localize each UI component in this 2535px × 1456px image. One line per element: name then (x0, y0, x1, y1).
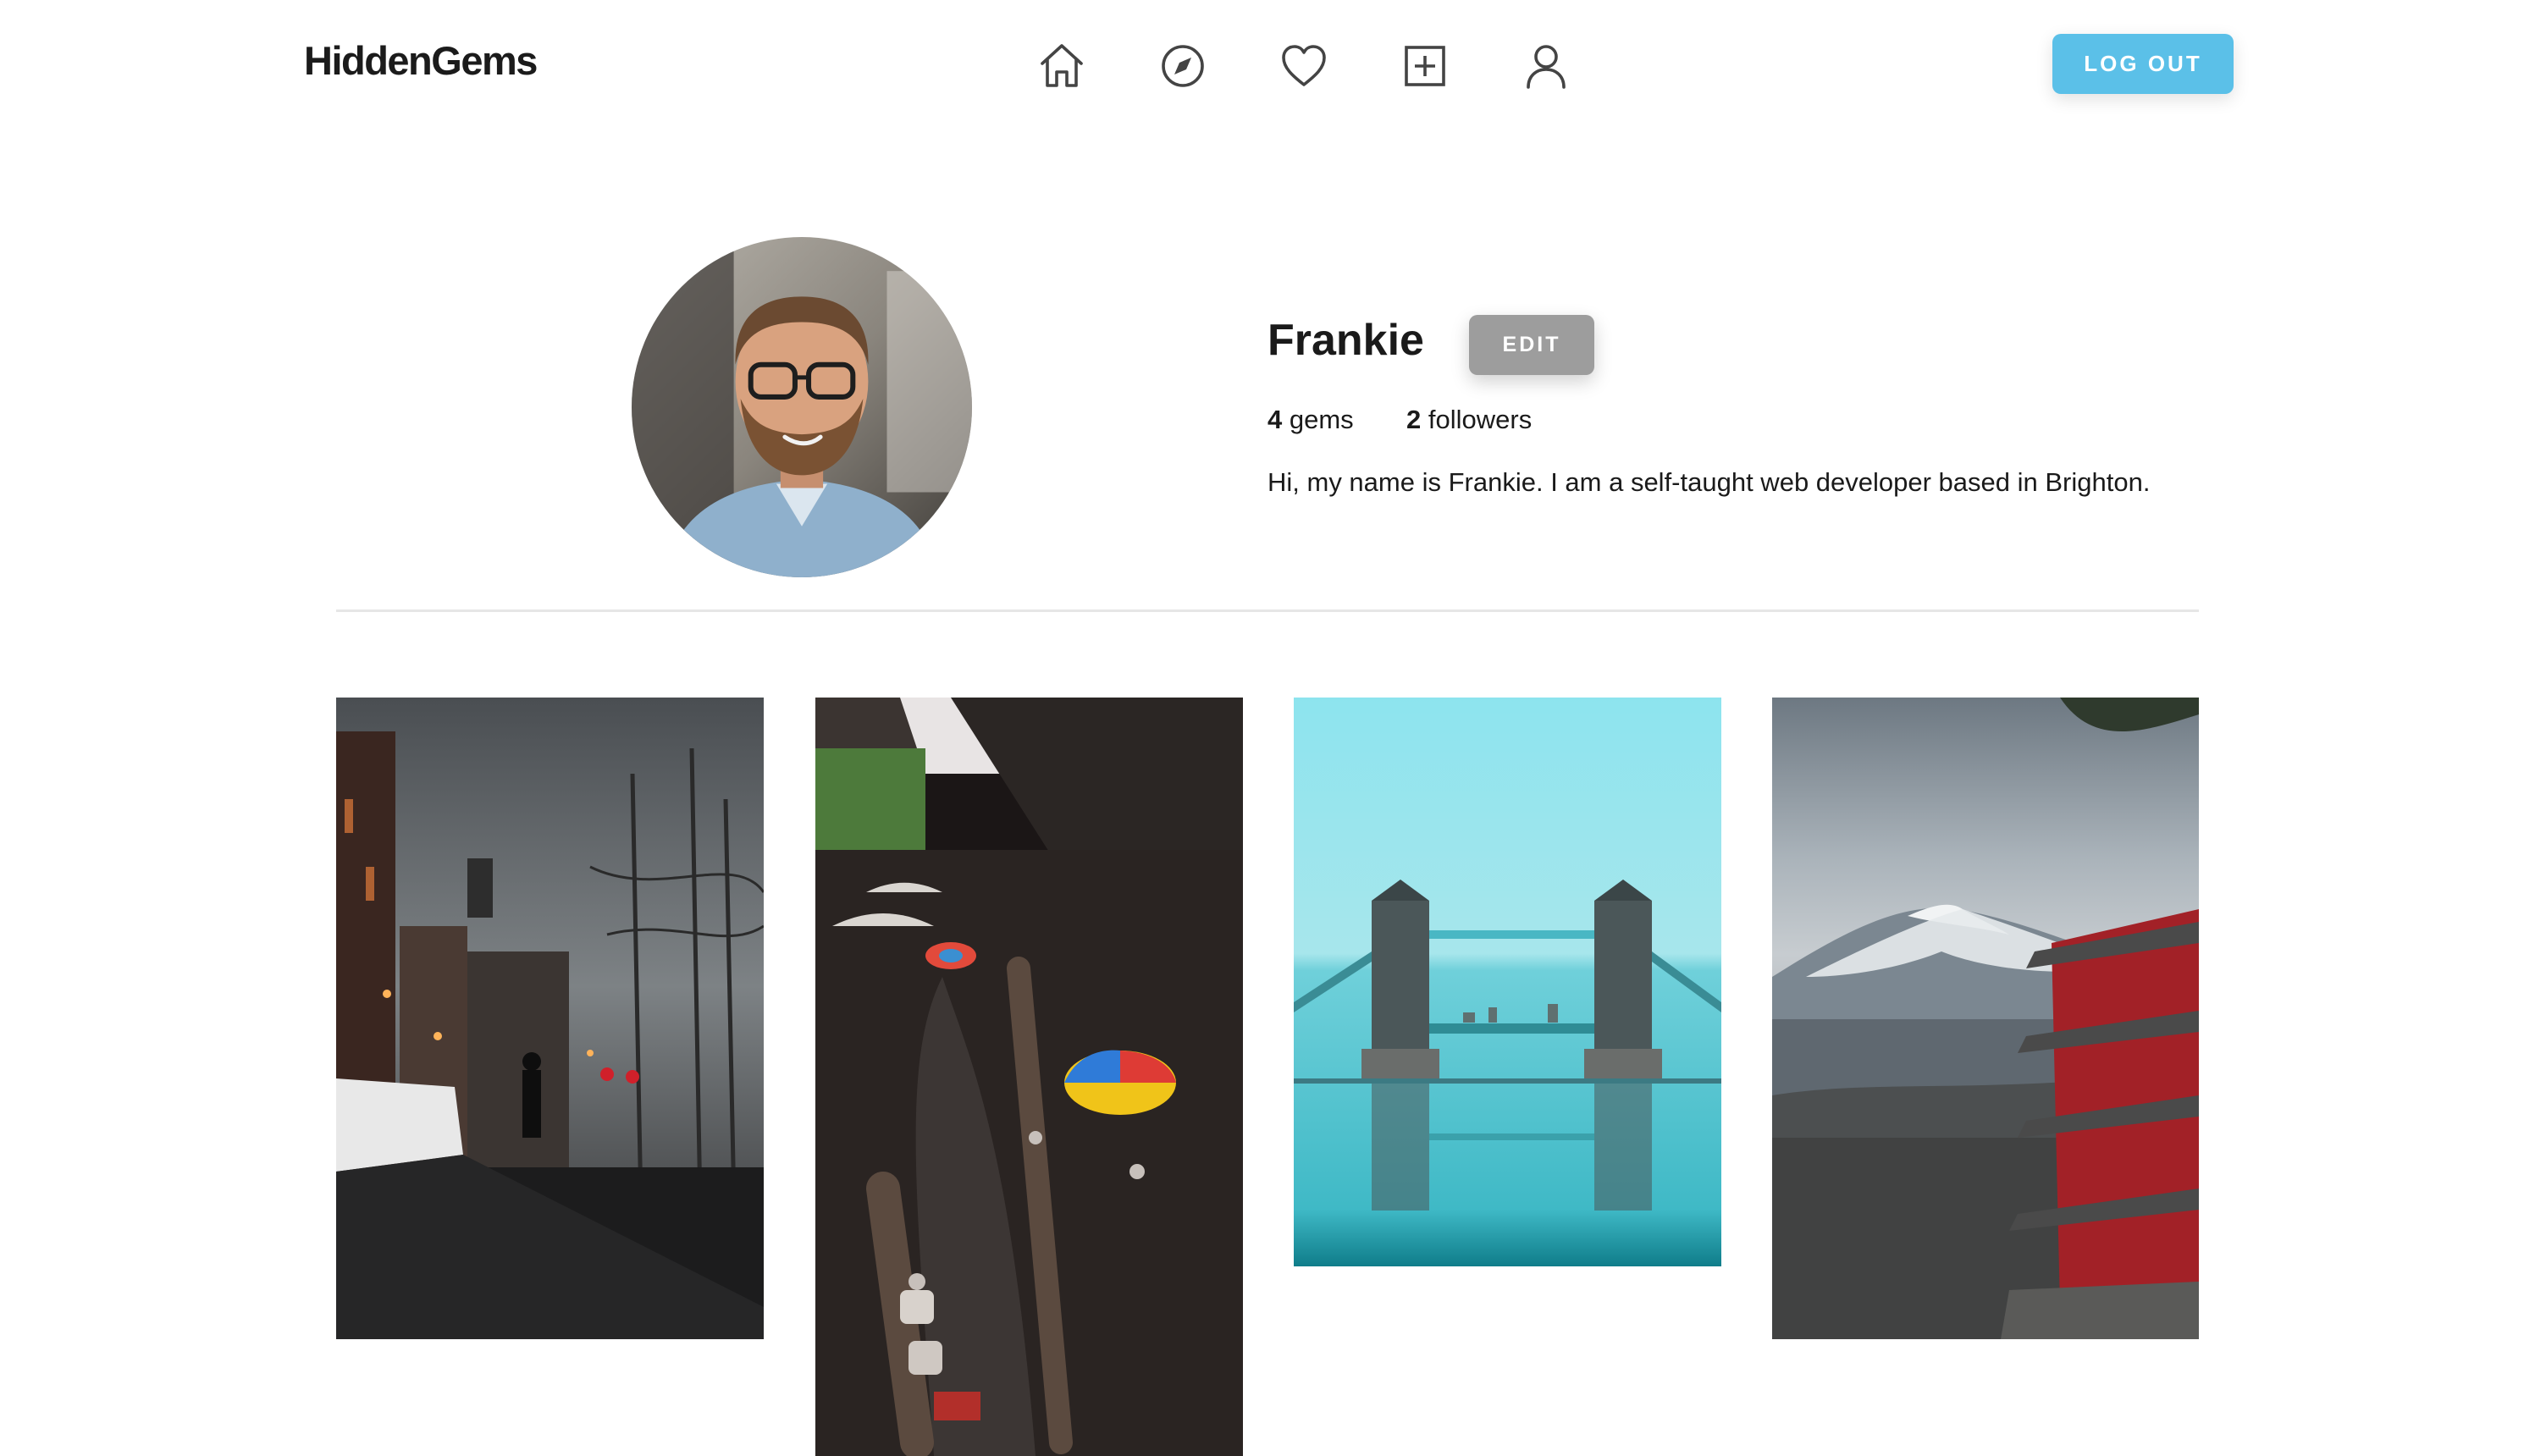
gem-card-mount-fuji[interactable] (1772, 698, 2199, 1339)
heart-icon (1282, 45, 1326, 86)
brand-logo[interactable]: HiddenGems (304, 37, 538, 84)
edit-profile-button[interactable]: EDIT (1469, 315, 1594, 375)
gem-photo (1294, 698, 1721, 1266)
profile-avatar (632, 237, 972, 577)
gem-photo (815, 698, 1243, 1456)
logout-button[interactable]: LOG OUT (2052, 34, 2234, 94)
gem-card-tower-bridge[interactable] (1294, 698, 1721, 1266)
gem-photo (1772, 698, 2199, 1339)
gem-card-floating-market[interactable] (815, 698, 1243, 1456)
home-icon (1041, 44, 1083, 87)
nav-explore[interactable] (1154, 37, 1212, 95)
followers-label: followers (1428, 405, 1533, 434)
gem-photo (336, 698, 764, 1339)
followers-count: 2 (1406, 405, 1422, 434)
top-navigation-bar: HiddenGems LOG OUT (0, 0, 2535, 127)
gem-card-city-night[interactable] (336, 698, 764, 1339)
user-icon (1527, 45, 1566, 89)
plus-square-icon (1405, 46, 1445, 86)
gems-stat: 4 gems (1268, 405, 1354, 435)
nav-home[interactable] (1033, 37, 1091, 95)
profile-bio: Hi, my name is Frankie. I am a self-taug… (1268, 467, 2151, 497)
followers-stat[interactable]: 2 followers (1406, 405, 1532, 435)
nav-favorites[interactable] (1275, 37, 1333, 95)
nav-profile[interactable] (1517, 37, 1575, 95)
profile-name: Frankie (1268, 316, 1424, 365)
compass-icon (1162, 45, 1204, 87)
gems-label: gems (1289, 405, 1354, 434)
avatar-photo (632, 237, 972, 577)
section-divider (336, 609, 2199, 612)
nav-add-gem[interactable] (1396, 37, 1454, 95)
gems-count: 4 (1268, 405, 1283, 434)
